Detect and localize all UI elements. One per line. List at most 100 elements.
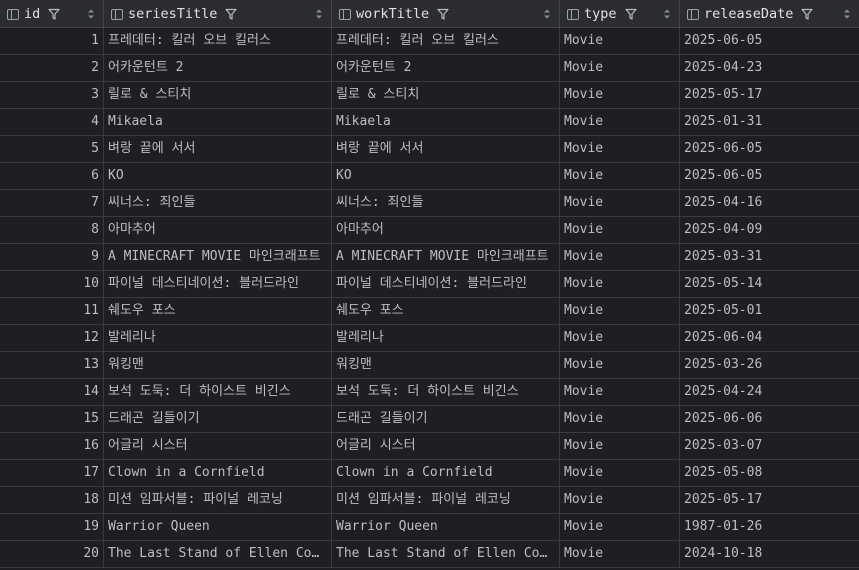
cell-id[interactable]: 7 bbox=[0, 190, 104, 216]
cell-id[interactable]: 17 bbox=[0, 460, 104, 486]
cell-releaseDate[interactable]: 1987-01-26 bbox=[680, 514, 859, 540]
cell-id[interactable]: 1 bbox=[0, 28, 104, 54]
cell-workTitle[interactable]: 파이널 데스티네이션: 블러드라인 bbox=[332, 271, 560, 297]
table-row[interactable]: 4 Mikaela Mikaela Movie 2025-01-31 bbox=[0, 109, 859, 136]
cell-type[interactable]: Movie bbox=[560, 109, 680, 135]
cell-type[interactable]: Movie bbox=[560, 379, 680, 405]
table-row[interactable]: 17 Clown in a Cornfield Clown in a Cornfie… bbox=[0, 460, 859, 487]
cell-id[interactable]: 6 bbox=[0, 163, 104, 189]
cell-seriesTitle[interactable]: 어글리 시스터 bbox=[104, 433, 332, 459]
cell-type[interactable]: Movie bbox=[560, 82, 680, 108]
filter-icon[interactable] bbox=[225, 8, 238, 20]
sort-icon[interactable] bbox=[543, 8, 551, 20]
cell-type[interactable]: Movie bbox=[560, 55, 680, 81]
cell-releaseDate[interactable]: 2025-06-05 bbox=[680, 163, 859, 189]
cell-workTitle[interactable]: 씨너스: 죄인들 bbox=[332, 190, 560, 216]
cell-seriesTitle[interactable]: 씨너스: 죄인들 bbox=[104, 190, 332, 216]
cell-seriesTitle[interactable]: 드래곤 길들이기 bbox=[104, 406, 332, 432]
cell-id[interactable]: 16 bbox=[0, 433, 104, 459]
cell-releaseDate[interactable]: 2025-05-17 bbox=[680, 487, 859, 513]
cell-workTitle[interactable]: Mikaela bbox=[332, 109, 560, 135]
table-row[interactable]: 18 미션 임파서블: 파이널 레코닝 미션 임파서블: 파이널 레코닝 Movie 2… bbox=[0, 487, 859, 514]
sort-icon[interactable] bbox=[87, 8, 95, 20]
cell-workTitle[interactable]: A MINECRAFT MOVIE 마인크래프트 bbox=[332, 244, 560, 270]
cell-workTitle[interactable]: 발레리나 bbox=[332, 325, 560, 351]
cell-type[interactable]: Movie bbox=[560, 406, 680, 432]
cell-workTitle[interactable]: The Last Stand of Ellen Co… bbox=[332, 541, 560, 567]
cell-workTitle[interactable]: Clown in a Cornfield bbox=[332, 460, 560, 486]
table-row[interactable]: 20 The Last Stand of Ellen Co… The Last St… bbox=[0, 541, 859, 568]
cell-releaseDate[interactable]: 2025-03-07 bbox=[680, 433, 859, 459]
cell-seriesTitle[interactable]: 릴로 & 스티치 bbox=[104, 82, 332, 108]
cell-id[interactable]: 2 bbox=[0, 55, 104, 81]
cell-id[interactable]: 20 bbox=[0, 541, 104, 567]
cell-type[interactable]: Movie bbox=[560, 325, 680, 351]
cell-releaseDate[interactable]: 2025-01-31 bbox=[680, 109, 859, 135]
cell-seriesTitle[interactable]: 워킹맨 bbox=[104, 352, 332, 378]
cell-releaseDate[interactable]: 2025-05-01 bbox=[680, 298, 859, 324]
table-row[interactable]: 13 워킹맨 워킹맨 Movie 2025-03-26 bbox=[0, 352, 859, 379]
cell-id[interactable]: 14 bbox=[0, 379, 104, 405]
cell-type[interactable]: Movie bbox=[560, 217, 680, 243]
cell-seriesTitle[interactable]: Warrior Queen bbox=[104, 514, 332, 540]
cell-workTitle[interactable]: 릴로 & 스티치 bbox=[332, 82, 560, 108]
table-row[interactable]: 1 프레데터: 킬러 오브 킬러스 프레데터: 킬러 오브 킬러스 Movie 2025… bbox=[0, 28, 859, 55]
cell-workTitle[interactable]: 드래곤 길들이기 bbox=[332, 406, 560, 432]
cell-workTitle[interactable]: 미션 임파서블: 파이널 레코닝 bbox=[332, 487, 560, 513]
cell-releaseDate[interactable]: 2025-04-16 bbox=[680, 190, 859, 216]
cell-workTitle[interactable]: 워킹맨 bbox=[332, 352, 560, 378]
filter-icon[interactable] bbox=[48, 8, 60, 20]
cell-releaseDate[interactable]: 2025-06-05 bbox=[680, 136, 859, 162]
cell-seriesTitle[interactable]: 발레리나 bbox=[104, 325, 332, 351]
table-row[interactable]: 6 KO KO Movie 2025-06-05 bbox=[0, 163, 859, 190]
cell-id[interactable]: 13 bbox=[0, 352, 104, 378]
table-row[interactable]: 7 씨너스: 죄인들 씨너스: 죄인들 Movie 2025-04-16 bbox=[0, 190, 859, 217]
cell-type[interactable]: Movie bbox=[560, 541, 680, 567]
cell-id[interactable]: 11 bbox=[0, 298, 104, 324]
cell-type[interactable]: Movie bbox=[560, 271, 680, 297]
cell-releaseDate[interactable]: 2025-06-06 bbox=[680, 406, 859, 432]
cell-type[interactable]: Movie bbox=[560, 136, 680, 162]
cell-id[interactable]: 18 bbox=[0, 487, 104, 513]
cell-seriesTitle[interactable]: 미션 임파서블: 파이널 레코닝 bbox=[104, 487, 332, 513]
cell-workTitle[interactable]: 벼랑 끝에 서서 bbox=[332, 136, 560, 162]
column-header-type[interactable]: type bbox=[560, 0, 680, 28]
table-row[interactable]: 8 아마추어 아마추어 Movie 2025-04-09 bbox=[0, 217, 859, 244]
table-row[interactable]: 12 발레리나 발레리나 Movie 2025-06-04 bbox=[0, 325, 859, 352]
cell-id[interactable]: 9 bbox=[0, 244, 104, 270]
cell-seriesTitle[interactable]: 보석 도둑: 더 하이스트 비긴스 bbox=[104, 379, 332, 405]
cell-workTitle[interactable]: 프레데터: 킬러 오브 킬러스 bbox=[332, 28, 560, 54]
cell-workTitle[interactable]: 어카운턴트 2 bbox=[332, 55, 560, 81]
table-row[interactable]: 16 어글리 시스터 어글리 시스터 Movie 2025-03-07 bbox=[0, 433, 859, 460]
cell-type[interactable]: Movie bbox=[560, 514, 680, 540]
table-row[interactable]: 19 Warrior Queen Warrior Queen Movie 1987-01… bbox=[0, 514, 859, 541]
cell-releaseDate[interactable]: 2025-06-05 bbox=[680, 28, 859, 54]
cell-type[interactable]: Movie bbox=[560, 298, 680, 324]
cell-workTitle[interactable]: KO bbox=[332, 163, 560, 189]
cell-id[interactable]: 19 bbox=[0, 514, 104, 540]
table-row[interactable]: 10 파이널 데스티네이션: 블러드라인 파이널 데스티네이션: 블러드라인 Movi… bbox=[0, 271, 859, 298]
cell-seriesTitle[interactable]: 어카운턴트 2 bbox=[104, 55, 332, 81]
cell-id[interactable]: 15 bbox=[0, 406, 104, 432]
cell-releaseDate[interactable]: 2025-04-24 bbox=[680, 379, 859, 405]
cell-releaseDate[interactable]: 2025-04-23 bbox=[680, 55, 859, 81]
cell-type[interactable]: Movie bbox=[560, 352, 680, 378]
cell-type[interactable]: Movie bbox=[560, 28, 680, 54]
cell-seriesTitle[interactable]: Clown in a Cornfield bbox=[104, 460, 332, 486]
cell-workTitle[interactable]: 아마추어 bbox=[332, 217, 560, 243]
cell-id[interactable]: 12 bbox=[0, 325, 104, 351]
cell-releaseDate[interactable]: 2025-05-08 bbox=[680, 460, 859, 486]
cell-seriesTitle[interactable]: 벼랑 끝에 서서 bbox=[104, 136, 332, 162]
cell-type[interactable]: Movie bbox=[560, 460, 680, 486]
cell-type[interactable]: Movie bbox=[560, 433, 680, 459]
cell-seriesTitle[interactable]: The Last Stand of Ellen Co… bbox=[104, 541, 332, 567]
cell-id[interactable]: 4 bbox=[0, 109, 104, 135]
filter-icon[interactable] bbox=[801, 8, 814, 20]
cell-releaseDate[interactable]: 2025-03-26 bbox=[680, 352, 859, 378]
cell-releaseDate[interactable]: 2025-06-04 bbox=[680, 325, 859, 351]
cell-type[interactable]: Movie bbox=[560, 244, 680, 270]
cell-workTitle[interactable]: Warrior Queen bbox=[332, 514, 560, 540]
cell-seriesTitle[interactable]: 쉐도우 포스 bbox=[104, 298, 332, 324]
cell-workTitle[interactable]: 어글리 시스터 bbox=[332, 433, 560, 459]
sort-icon[interactable] bbox=[315, 8, 323, 20]
